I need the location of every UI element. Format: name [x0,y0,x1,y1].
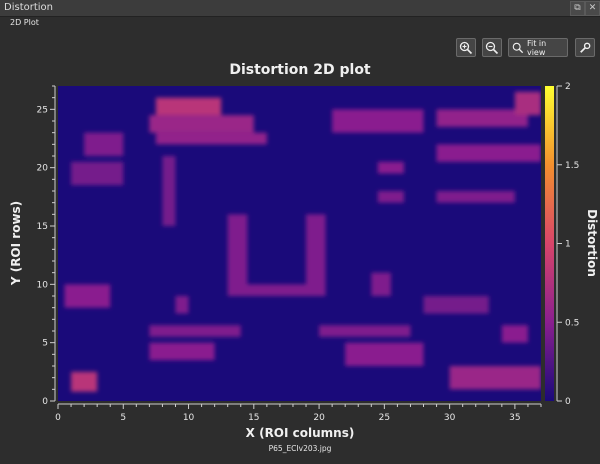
heatmap-cell [319,325,411,337]
heatmap-cell [514,91,541,116]
heatmap-cell [377,191,404,203]
y-tick-label: 25 [37,105,48,115]
heatmap-cell [155,97,222,116]
heatmap-cell [84,132,124,156]
heatmap-cell [371,272,391,296]
distortion-heatmap[interactable]: 0 5 10 15 20 25 30 35 0 5 10 15 20 25 0 0.5 1 1.5 2 X (R… [0,0,600,464]
colorbar-tick-label: 1 [565,240,571,250]
colorbar-tick-label: 1.5 [565,161,579,171]
heatmap-cell [449,366,541,390]
heatmap-cell [175,296,189,314]
x-tick-label: 25 [379,413,390,423]
heatmap-cell [149,342,215,361]
y-tick-label: 15 [37,222,48,232]
x-tick-label: 35 [509,413,520,423]
colorbar [545,86,554,401]
heatmap-cell [345,342,424,366]
x-tick-label: 5 [120,413,126,423]
heatmap-cell [162,156,176,226]
colorbar-tick-label: 2 [565,82,571,92]
y-axis-label: Y (ROI rows) [9,201,23,286]
colorbar-axis: 0 0.5 1 1.5 2 [556,82,579,407]
heatmap-cell [332,109,424,133]
heatmap-cell [71,161,124,186]
heatmap-cell [155,132,267,145]
colorbar-label: Distortion [585,209,599,277]
x-axis: 0 5 10 15 20 25 30 35 [55,403,542,423]
heatmap-cell [501,325,528,343]
heatmap-cell [306,214,326,296]
plot-area[interactable] [58,86,541,401]
y-tick-label: 20 [37,164,49,174]
y-tick-label: 5 [42,339,48,349]
x-tick-label: 10 [183,413,195,423]
heatmap-cell [149,325,241,337]
x-axis-label: X (ROI columns) [246,426,355,440]
x-tick-label: 15 [248,413,259,423]
heatmap-cell [436,109,528,127]
heatmap-cell [71,371,98,392]
heatmap-cell [227,214,248,296]
heatmap-cell [423,296,489,314]
x-tick-label: 0 [55,413,61,423]
heatmap-cell [149,115,254,133]
x-tick-label: 30 [444,413,456,423]
colorbar-tick-label: 0.5 [565,318,579,328]
y-tick-label: 10 [37,280,49,290]
y-axis: 0 5 10 15 20 25 [37,85,56,407]
heatmap-cell [377,161,404,174]
colorbar-tick-label: 0 [565,397,571,407]
y-tick-label: 0 [42,397,48,407]
x-tick-label: 20 [313,413,325,423]
heatmap-cell [436,191,515,203]
source-filename: P65_ECIv203.jpg [268,444,332,453]
heatmap-cell [64,284,111,308]
heatmap-cell [436,144,541,162]
